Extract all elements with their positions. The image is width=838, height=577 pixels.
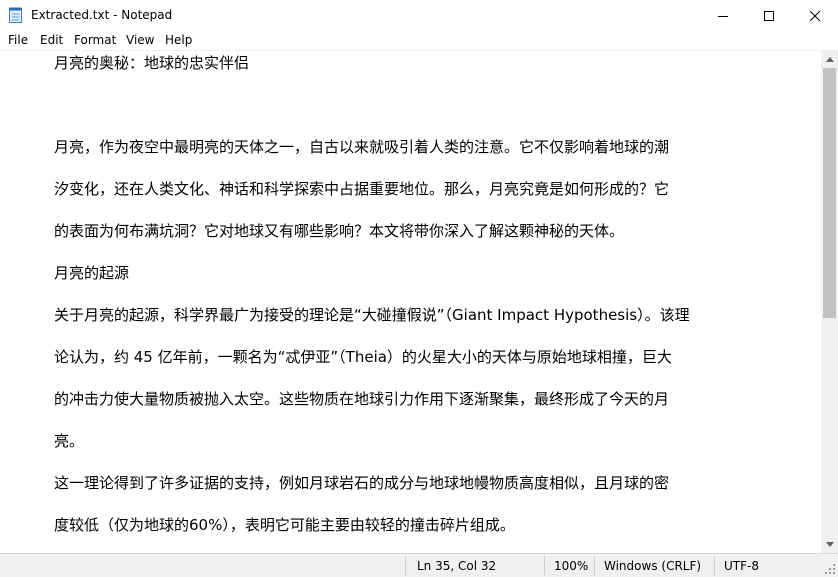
scroll-down-arrow-icon[interactable] — [821, 536, 838, 553]
text-line: 月亮的起源 — [54, 264, 130, 282]
status-divider — [594, 556, 595, 575]
text-line: 亮。 — [54, 432, 85, 450]
text-line: 的冲击力使大量物质被抛入太空。这些物质在地球引力作用下逐渐聚集，最终形成了今天的… — [54, 390, 670, 408]
text-line: 月亮的奥秘：地球的忠实伴侣 — [54, 54, 250, 72]
text-line: 论认为，约 45 亿年前，一颗名为“忒伊亚”（Theia）的火星大小的天体与原始… — [54, 348, 672, 366]
scroll-up-arrow-icon[interactable] — [821, 51, 838, 68]
line-ending: Windows (CRLF) — [604, 559, 702, 573]
menu-format[interactable]: Format — [74, 33, 116, 47]
text-line: 这一理论得到了许多证据的支持，例如月球岩石的成分与地球地幔物质高度相似，且月球的… — [54, 474, 670, 492]
close-icon — [810, 10, 820, 21]
text-line: 月亮，作为夜空中最明亮的天体之一，自古以来就吸引着人类的注意。它不仅影响着地球的… — [54, 138, 670, 156]
status-divider — [544, 556, 545, 575]
title-bar[interactable]: Extracted.txt - Notepad — [0, 0, 838, 31]
menu-view[interactable]: View — [126, 33, 154, 47]
minimize-button[interactable] — [700, 0, 746, 31]
cursor-position: Ln 35, Col 32 — [417, 559, 497, 573]
vertical-scrollbar[interactable] — [821, 51, 838, 553]
status-divider — [405, 556, 406, 575]
notepad-icon — [9, 7, 22, 23]
scrollbar-thumb[interactable] — [823, 68, 836, 318]
zoom-level: 100% — [554, 559, 589, 573]
minimize-icon — [718, 15, 728, 17]
menu-edit[interactable]: Edit — [40, 33, 63, 47]
close-button[interactable] — [792, 0, 838, 31]
text-line: 关于月亮的起源，科学界最广为接受的理论是“大碰撞假说”（Giant Impact… — [54, 306, 690, 324]
window-title: Extracted.txt - Notepad — [31, 8, 173, 22]
maximize-icon — [764, 10, 774, 21]
menu-help[interactable]: Help — [165, 33, 192, 47]
resize-grip-icon[interactable] — [825, 564, 836, 575]
text-line: 的表面为何布满坑洞？它对地球又有哪些影响？本文将带你深入了解这颗神秘的天体。 — [54, 222, 625, 240]
menu-file[interactable]: File — [8, 33, 28, 47]
status-bar: Ln 35, Col 32 100% Windows (CRLF) UTF-8 — [0, 553, 838, 577]
status-divider — [714, 556, 715, 575]
encoding: UTF-8 — [724, 559, 759, 573]
menu-bar: File Edit Format View Help — [0, 31, 838, 51]
text-line: 汐变化，还在人类文化、神话和科学探索中占据重要地位。那么，月亮究竟是如何形成的？… — [54, 180, 670, 198]
maximize-button[interactable] — [746, 0, 792, 31]
text-editor[interactable]: 月亮的奥秘：地球的忠实伴侣 月亮，作为夜空中最明亮的天体之一，自古以来就吸引着人… — [0, 51, 821, 553]
text-line: 度较低（仅为地球的60%），表明它可能主要由较轻的撞击碎片组成。 — [54, 516, 515, 534]
